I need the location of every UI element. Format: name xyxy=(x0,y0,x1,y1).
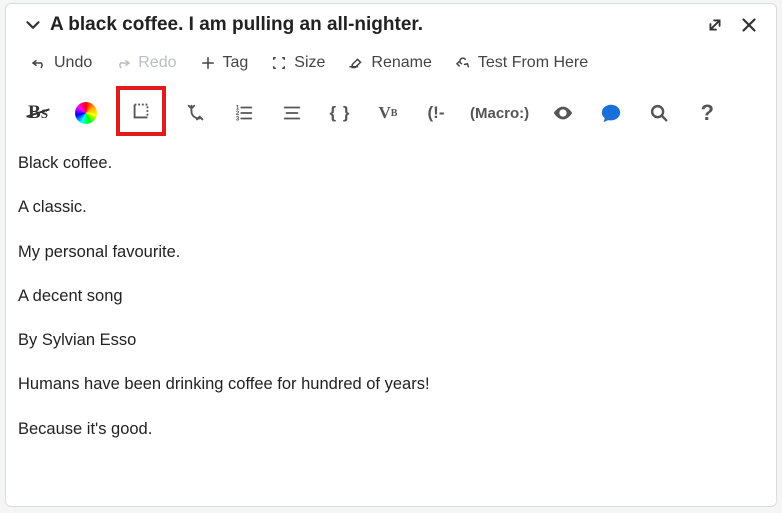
expand-icon[interactable] xyxy=(704,14,726,36)
color-button[interactable] xyxy=(68,95,104,131)
content-line: Black coffee. xyxy=(18,152,764,174)
content-line: Humans have been drinking coffee for hun… xyxy=(18,373,764,395)
braces-button[interactable]: { } xyxy=(322,95,358,131)
redo-label: Redo xyxy=(138,54,176,72)
undo-label: Undo xyxy=(54,54,92,72)
preview-button[interactable] xyxy=(545,95,581,131)
rotate-button[interactable] xyxy=(178,95,214,131)
search-button[interactable] xyxy=(641,95,677,131)
content-line: By Sylvian Esso xyxy=(18,329,764,351)
align-button[interactable] xyxy=(274,95,310,131)
tag-button[interactable]: Tag xyxy=(199,54,249,72)
rename-button[interactable]: Rename xyxy=(347,54,431,72)
content-line: A decent song xyxy=(18,285,764,307)
border-icon xyxy=(130,100,152,122)
test-label: Test From Here xyxy=(478,54,588,72)
collapse-icon[interactable] xyxy=(22,14,44,36)
comment-icon xyxy=(600,102,622,124)
svg-text:3: 3 xyxy=(236,115,240,122)
panel-title: A black coffee. I am pulling an all-nigh… xyxy=(50,14,692,36)
content-line: Because it's good. xyxy=(18,418,764,440)
content-line: My personal favourite. xyxy=(18,241,764,263)
tag-label: Tag xyxy=(223,54,249,72)
close-icon[interactable] xyxy=(738,14,760,36)
bold-strike-button[interactable]: BS xyxy=(20,95,56,131)
test-button[interactable]: Test From Here xyxy=(454,54,588,72)
content-line: A classic. xyxy=(18,196,764,218)
size-label: Size xyxy=(294,54,325,72)
undo-button[interactable]: Undo xyxy=(30,54,92,72)
macro-button[interactable]: (Macro:) xyxy=(466,95,533,131)
comment-button[interactable]: (!- xyxy=(418,95,454,131)
help-button[interactable]: ? xyxy=(689,95,725,131)
variable-button[interactable]: Vb xyxy=(370,95,406,131)
rename-label: Rename xyxy=(371,54,431,72)
editor-panel: A black coffee. I am pulling an all-nigh… xyxy=(5,3,777,507)
eye-icon xyxy=(552,102,574,124)
format-toolbar: BS 123 { } Vb (!- (Macro:) ? xyxy=(6,82,776,146)
action-toolbar: Undo Redo Tag Size Rename Test From Here xyxy=(6,44,776,82)
redo-button: Redo xyxy=(114,54,176,72)
border-button[interactable] xyxy=(116,86,166,136)
size-button[interactable]: Size xyxy=(270,54,325,72)
rainbow-icon xyxy=(75,102,97,124)
chat-button[interactable] xyxy=(593,95,629,131)
search-icon xyxy=(648,102,670,124)
list-ordered-button[interactable]: 123 xyxy=(226,95,262,131)
editor-content[interactable]: Black coffee. A classic. My personal fav… xyxy=(6,146,776,440)
panel-header: A black coffee. I am pulling an all-nigh… xyxy=(6,4,776,44)
